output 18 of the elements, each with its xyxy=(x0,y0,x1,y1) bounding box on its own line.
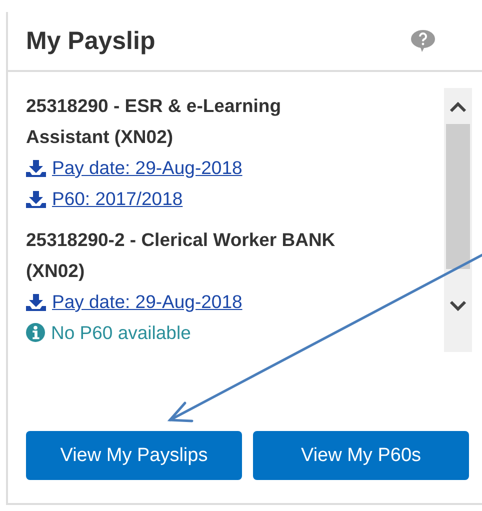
scroll-up-icon[interactable] xyxy=(449,100,467,114)
job-title: 25318290 - ESR & e-Learning Assistant (XN02) xyxy=(26,94,282,149)
info-icon xyxy=(26,323,45,342)
job-title: 25318290-2 - Clerical Worker BANK (XN02) xyxy=(26,228,336,283)
download-link[interactable]: P60: 2017/2018 xyxy=(52,183,183,214)
view-button[interactable]: View My Payslips xyxy=(26,431,242,480)
download-link[interactable]: Pay date: 29-Aug-2018 xyxy=(52,152,242,183)
download-icon xyxy=(26,190,46,208)
scroll-thumb[interactable] xyxy=(446,124,470,269)
download-link[interactable]: Pay date: 29-Aug-2018 xyxy=(52,286,242,317)
download-icon xyxy=(26,292,46,310)
help-icon[interactable] xyxy=(410,29,436,53)
view-button[interactable]: View My P60s xyxy=(253,431,469,480)
info-message: No P60 available xyxy=(51,321,191,345)
panel-title: My Payslip xyxy=(26,26,156,56)
scroll-down-icon[interactable] xyxy=(449,299,467,313)
download-icon xyxy=(26,158,46,176)
scrollbar[interactable] xyxy=(444,88,472,352)
